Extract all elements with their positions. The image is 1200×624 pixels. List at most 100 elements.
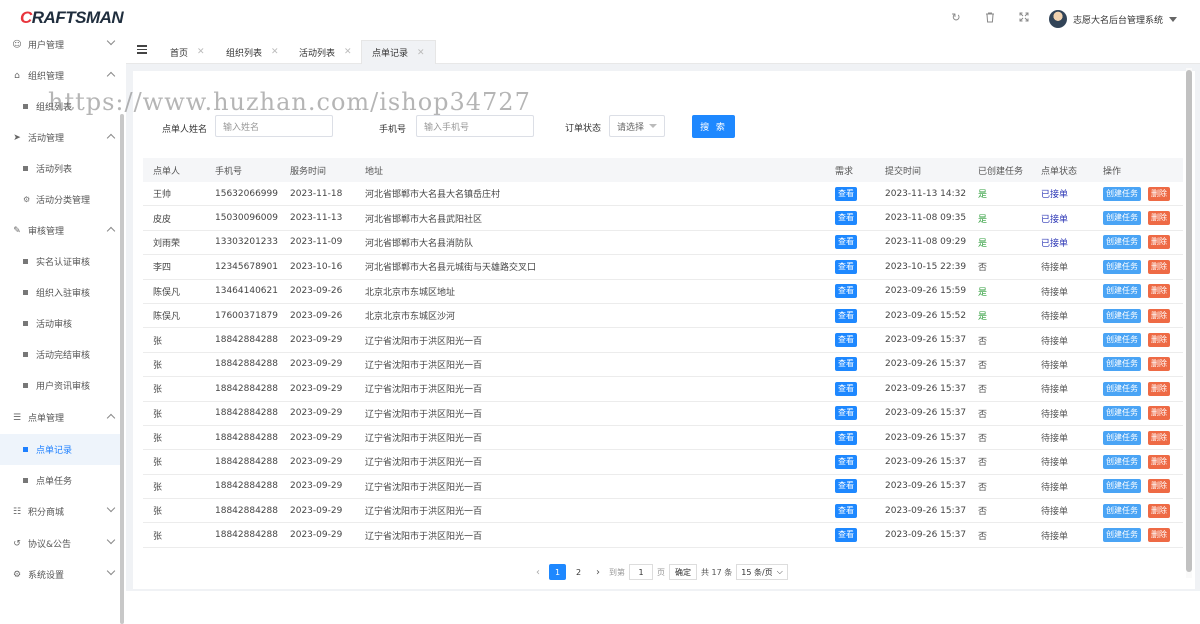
view-button[interactable]: 查看: [835, 503, 857, 518]
cell-address: 辽宁省沈阳市于洪区阳光一百: [365, 458, 483, 469]
view-button[interactable]: 查看: [835, 430, 857, 445]
delete-button[interactable]: 删除: [1148, 406, 1170, 421]
goto-confirm-button[interactable]: 确定: [669, 564, 697, 580]
create-task-button[interactable]: 创建任务: [1103, 308, 1141, 323]
sidebar-sub-order-records[interactable]: 点单记录: [0, 434, 120, 465]
sidebar-sub-org-join-audit[interactable]: 组织入驻审核: [0, 277, 120, 308]
delete-button[interactable]: 删除: [1148, 284, 1170, 299]
delete-button[interactable]: 删除: [1148, 430, 1170, 445]
delete-button[interactable]: 删除: [1148, 259, 1170, 274]
sidebar-item-org-management[interactable]: ⌂ 组织管理: [0, 60, 120, 91]
page-2[interactable]: 2: [570, 564, 587, 580]
delete-button[interactable]: 删除: [1148, 381, 1170, 396]
delete-button[interactable]: 删除: [1148, 503, 1170, 518]
create-task-button[interactable]: 创建任务: [1103, 357, 1141, 372]
close-icon[interactable]: ✕: [417, 48, 425, 58]
delete-button[interactable]: 删除: [1148, 211, 1170, 226]
view-button[interactable]: 查看: [835, 454, 857, 469]
sidebar-sub-activity-list[interactable]: 活动列表: [0, 153, 120, 184]
sidebar-item-audit-management[interactable]: ✎ 审核管理: [0, 215, 120, 246]
close-icon[interactable]: ✕: [197, 47, 205, 57]
view-button[interactable]: 查看: [835, 211, 857, 226]
view-button[interactable]: 查看: [835, 235, 857, 250]
sidebar-item-label: 审核管理: [28, 227, 65, 237]
page-size-select[interactable]: 15 条/页 ⌵: [736, 564, 788, 580]
close-icon[interactable]: ✕: [271, 47, 279, 57]
phone-filter-label: 手机号: [379, 125, 407, 135]
cell-need: 查看: [825, 430, 875, 445]
delete-button[interactable]: 删除: [1148, 357, 1170, 372]
view-button[interactable]: 查看: [835, 528, 857, 543]
sidebar-sub-activity-finish-audit[interactable]: 活动完结审核: [0, 339, 120, 370]
view-button[interactable]: 查看: [835, 284, 857, 299]
tab-activity-list[interactable]: 活动列表 ✕: [288, 40, 363, 64]
menu-toggle-icon[interactable]: [137, 45, 147, 54]
create-task-button[interactable]: 创建任务: [1103, 235, 1141, 250]
create-task-button[interactable]: 创建任务: [1103, 333, 1141, 348]
sidebar-item-user-management[interactable]: ☺ 用户管理: [0, 29, 120, 60]
sidebar-sub-realname-audit[interactable]: 实名认证审核: [0, 246, 120, 277]
delete-button[interactable]: 删除: [1148, 235, 1170, 250]
name-input[interactable]: 输入姓名: [215, 115, 333, 137]
search-button[interactable]: 搜 索: [692, 115, 735, 138]
view-button[interactable]: 查看: [835, 333, 857, 348]
view-button[interactable]: 查看: [835, 479, 857, 494]
create-task-button[interactable]: 创建任务: [1103, 381, 1141, 396]
sidebar-sub-news-audit[interactable]: 用户资讯审核: [0, 370, 120, 401]
phone-input[interactable]: 输入手机号: [416, 115, 534, 137]
sidebar-sub-activity-category[interactable]: ⚙ 活动分类管理: [0, 184, 120, 215]
create-task-button[interactable]: 创建任务: [1103, 479, 1141, 494]
sidebar-item-agreement[interactable]: ↺ 协议&公告: [0, 528, 120, 559]
create-task-button[interactable]: 创建任务: [1103, 284, 1141, 299]
sidebar-sub-activity-audit[interactable]: 活动审核: [0, 308, 120, 339]
sidebar-sub-org-list[interactable]: 组织列表: [0, 91, 120, 122]
tab-org-list[interactable]: 组织列表 ✕: [215, 40, 290, 64]
sidebar-sub-order-tasks[interactable]: 点单任务: [0, 465, 120, 496]
view-button[interactable]: 查看: [835, 406, 857, 421]
refresh-icon[interactable]: ↻: [950, 12, 962, 24]
main-scrollbar[interactable]: [1186, 68, 1192, 578]
cell-address: 辽宁省沈阳市于洪区阳光一百: [365, 531, 483, 542]
delete-button[interactable]: 删除: [1148, 333, 1170, 348]
column-header: 已创建任务: [978, 166, 1024, 177]
scrollbar-thumb[interactable]: [1186, 70, 1192, 572]
table-row: 张 18842884288 2023-09-29 辽宁省沈阳市于洪区阳光一百 查看 202…: [143, 426, 1183, 451]
create-task-button[interactable]: 创建任务: [1103, 528, 1141, 543]
sidebar-item-system-settings[interactable]: ⚙ 系统设置: [0, 559, 120, 590]
cell-order-status: 已接单: [1041, 190, 1069, 201]
create-task-button[interactable]: 创建任务: [1103, 503, 1141, 518]
create-task-button[interactable]: 创建任务: [1103, 430, 1141, 445]
create-task-button[interactable]: 创建任务: [1103, 186, 1141, 201]
delete-button[interactable]: 删除: [1148, 479, 1170, 494]
page-1[interactable]: 1: [549, 564, 566, 580]
delete-button[interactable]: 删除: [1148, 186, 1170, 201]
next-page-icon[interactable]: ›: [591, 564, 605, 580]
main-content: 首页 ✕ 组织列表 ✕ 活动列表 ✕ 点单记录 ✕ 点单人姓名 输入姓名 手机号 输入手…: [126, 36, 1200, 591]
create-task-button[interactable]: 创建任务: [1103, 211, 1141, 226]
tab-home[interactable]: 首页 ✕: [159, 40, 216, 64]
create-task-button[interactable]: 创建任务: [1103, 406, 1141, 421]
view-button[interactable]: 查看: [835, 186, 857, 201]
fullscreen-icon[interactable]: [1018, 12, 1030, 24]
user-menu[interactable]: 志愿大名后台管理系统: [1049, 10, 1178, 28]
view-button[interactable]: 查看: [835, 308, 857, 323]
tab-order-records[interactable]: 点单记录 ✕: [361, 40, 436, 64]
view-button[interactable]: 查看: [835, 357, 857, 372]
goto-page-input[interactable]: 1: [629, 564, 653, 580]
delete-button[interactable]: 删除: [1148, 454, 1170, 469]
create-task-button[interactable]: 创建任务: [1103, 454, 1141, 469]
delete-button[interactable]: 删除: [1148, 528, 1170, 543]
prev-page-icon[interactable]: ‹: [531, 564, 545, 580]
sidebar-item-order-management[interactable]: ☰ 点单管理: [0, 402, 120, 433]
view-button[interactable]: 查看: [835, 259, 857, 274]
trash-icon[interactable]: [984, 12, 996, 24]
sidebar-item-activity-management[interactable]: ➤ 活动管理: [0, 122, 120, 153]
logo[interactable]: CRAFTSMAN: [20, 8, 124, 28]
delete-button[interactable]: 删除: [1148, 308, 1170, 323]
close-icon[interactable]: ✕: [344, 47, 352, 57]
create-task-button[interactable]: 创建任务: [1103, 259, 1141, 274]
view-button[interactable]: 查看: [835, 381, 857, 396]
sidebar-scrollbar[interactable]: [120, 114, 124, 624]
status-select[interactable]: 请选择: [609, 115, 665, 137]
sidebar-item-points-mall[interactable]: ☷ 积分商城: [0, 496, 120, 527]
